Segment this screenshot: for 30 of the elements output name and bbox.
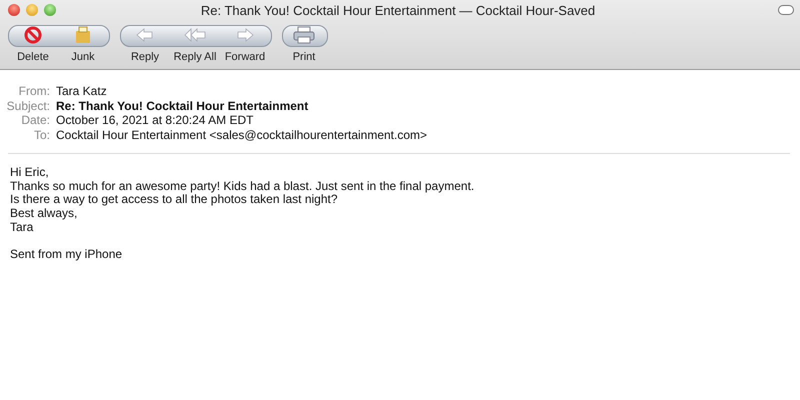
toolbar-button[interactable]: Junk [58,25,108,63]
printer-icon [293,26,315,44]
header-value: October 16, 2021 at 8:20:24 AM EDT [56,113,254,128]
header-label: Date: [20,113,50,128]
toolbar-toggle-icon[interactable] [778,5,794,15]
prohibited-icon [24,26,42,44]
message-line: Is there a way to get access to all the photos taken last night? [10,193,338,208]
zoom-icon[interactable] [44,4,56,16]
message-line: Tara [10,220,34,235]
header-label: To: [32,128,50,142]
message-line: Sent from my iPhone [10,248,122,262]
header-label: From: [18,84,50,98]
window-title: Re: Thank You! Cocktail Hour Entertainment — Cocktail Hour-Saved [200,2,596,18]
header-label: Subject: [6,98,50,113]
message-line: Hi Eric, [10,166,49,180]
header-value: Tara Katz [56,84,108,98]
toolbar-button[interactable]: Reply All [170,25,220,63]
toolbar-button[interactable]: Delete [8,25,58,63]
toolbar-button[interactable]: Print [282,25,326,63]
double-left-arrow-icon [184,26,206,44]
close-icon[interactable] [8,4,20,16]
junk-bag-icon [75,26,91,44]
toolbar-button[interactable]: Reply [120,25,170,63]
left-arrow-icon [136,26,154,44]
right-arrow-icon [236,26,254,44]
message-line: Thanks so much for an awesome party! Kids had a blast. Just sent in the final payment. [10,180,474,194]
message-line: Best always, [10,207,78,221]
header-value: Re: Thank You! Cocktail Hour Entertainment [56,98,310,113]
toolbar-button[interactable]: Forward [220,25,270,63]
header-value: Cocktail Hour Entertainment <sales@cocktailhourentertainment.com> [56,128,428,142]
